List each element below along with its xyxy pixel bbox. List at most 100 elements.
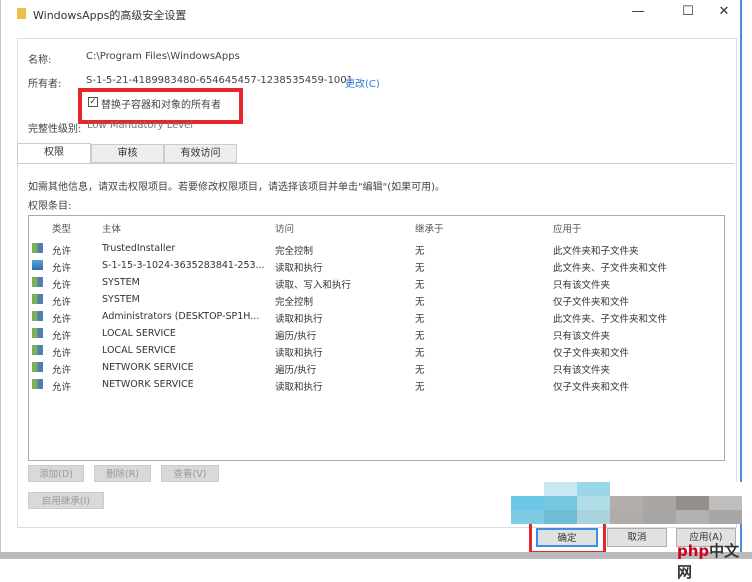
- advanced-security-dialog: WindowsApps的高级安全设置 — ☐ ✕ 名称: C:\Program …: [0, 0, 742, 554]
- change-owner-link[interactable]: 更改(C): [345, 75, 380, 90]
- mosaic-tile: [577, 496, 610, 510]
- mosaic-tile: [577, 510, 610, 524]
- title-bar: WindowsApps的高级安全设置 — ☐ ✕: [1, 0, 740, 28]
- table-cell[interactable]: NETWORK SERVICE: [102, 362, 194, 373]
- table-cell[interactable]: 无: [415, 277, 425, 291]
- mosaic-tile: [610, 510, 643, 524]
- table-cell[interactable]: 仅子文件夹和文件: [553, 294, 629, 308]
- table-cell[interactable]: 无: [415, 243, 425, 257]
- table-cell[interactable]: 无: [415, 362, 425, 376]
- table-cell[interactable]: 完全控制: [275, 243, 313, 257]
- table-cell[interactable]: 读取和执行: [275, 311, 323, 325]
- table-cell[interactable]: Administrators (DESKTOP-SP1H...: [102, 311, 259, 322]
- table-cell[interactable]: 允许: [52, 260, 71, 274]
- app-package-icon: [32, 260, 43, 270]
- table-cell[interactable]: 完全控制: [275, 294, 313, 308]
- table-cell[interactable]: LOCAL SERVICE: [102, 328, 176, 339]
- header-type[interactable]: 类型: [52, 221, 71, 235]
- users-icon: [32, 311, 43, 321]
- table-cell[interactable]: 读取和执行: [275, 260, 323, 274]
- mosaic-tile: [676, 496, 709, 510]
- table-cell[interactable]: 允许: [52, 243, 71, 257]
- mosaic-tile: [577, 482, 610, 496]
- table-cell[interactable]: 此文件夹、子文件夹和文件: [553, 311, 667, 325]
- table-cell[interactable]: 无: [415, 345, 425, 359]
- table-cell[interactable]: 允许: [52, 294, 71, 308]
- table-cell[interactable]: TrustedInstaller: [102, 243, 175, 254]
- background-window-strip: [0, 552, 752, 559]
- add-button[interactable]: 添加(D): [28, 465, 84, 482]
- mosaic-tile: [511, 510, 544, 524]
- table-cell[interactable]: 无: [415, 311, 425, 325]
- table-cell[interactable]: 读取、写入和执行: [275, 277, 351, 291]
- name-value: C:\Program Files\WindowsApps: [86, 51, 240, 62]
- table-cell[interactable]: NETWORK SERVICE: [102, 379, 194, 390]
- header-applies-to[interactable]: 应用于: [553, 221, 582, 235]
- users-icon: [32, 243, 43, 253]
- close-button[interactable]: ✕: [709, 4, 739, 22]
- users-icon: [32, 328, 43, 338]
- table-cell[interactable]: 允许: [52, 379, 71, 393]
- cancel-button[interactable]: 取消: [607, 528, 667, 547]
- table-cell[interactable]: 允许: [52, 328, 71, 342]
- replace-owner-label[interactable]: 替换子容器和对象的所有者: [101, 96, 221, 111]
- table-cell[interactable]: 读取和执行: [275, 345, 323, 359]
- mosaic-tile: [709, 482, 742, 496]
- view-button[interactable]: 查看(V): [161, 465, 219, 482]
- table-cell[interactable]: LOCAL SERVICE: [102, 345, 176, 356]
- mosaic-tile: [511, 496, 544, 510]
- tab-permissions[interactable]: 权限: [17, 143, 91, 164]
- table-cell[interactable]: 仅子文件夹和文件: [553, 379, 629, 393]
- pixelated-region: [511, 482, 742, 524]
- table-cell[interactable]: 无: [415, 294, 425, 308]
- table-cell[interactable]: 无: [415, 260, 425, 274]
- table-cell[interactable]: 只有该文件夹: [553, 362, 610, 376]
- integrity-value: Low Mandatory Level: [87, 120, 194, 131]
- mosaic-tile: [610, 496, 643, 510]
- table-cell[interactable]: 允许: [52, 311, 71, 325]
- table-cell[interactable]: 此文件夹和子文件夹: [553, 243, 639, 257]
- maximize-button[interactable]: ☐: [673, 4, 703, 22]
- tab-divider: [17, 163, 734, 164]
- table-cell[interactable]: SYSTEM: [102, 277, 140, 288]
- mosaic-tile: [676, 482, 709, 496]
- table-cell[interactable]: SYSTEM: [102, 294, 140, 305]
- integrity-label: 完整性级别:: [28, 124, 82, 135]
- remove-button[interactable]: 删除(R): [94, 465, 151, 482]
- users-icon: [32, 294, 43, 304]
- mosaic-tile: [709, 496, 742, 510]
- table-cell[interactable]: 遍历/执行: [275, 362, 316, 376]
- permission-entries-table[interactable]: 类型 主体 访问 继承于 应用于 允许 TrustedInstaller 完全控制无…: [28, 215, 725, 461]
- table-cell[interactable]: 允许: [52, 345, 71, 359]
- header-principal[interactable]: 主体: [102, 221, 121, 235]
- watermark: php中文网: [677, 542, 740, 581]
- minimize-button[interactable]: —: [623, 4, 653, 22]
- table-cell[interactable]: 只有该文件夹: [553, 328, 610, 342]
- table-cell[interactable]: 允许: [52, 362, 71, 376]
- mosaic-tile: [643, 496, 676, 510]
- users-icon: [32, 345, 43, 355]
- table-cell[interactable]: 遍历/执行: [275, 328, 316, 342]
- table-cell[interactable]: 读取和执行: [275, 379, 323, 393]
- table-cell[interactable]: 允许: [52, 277, 71, 291]
- table-cell[interactable]: 只有该文件夹: [553, 277, 610, 291]
- mosaic-tile: [544, 496, 577, 510]
- mosaic-tile: [610, 482, 643, 496]
- table-cell[interactable]: S-1-15-3-1024-3635283841-253...: [102, 260, 265, 271]
- mosaic-tile: [544, 482, 577, 496]
- enable-inheritance-button[interactable]: 启用继承(I): [28, 492, 104, 509]
- table-cell[interactable]: 此文件夹、子文件夹和文件: [553, 260, 667, 274]
- mosaic-tile: [544, 510, 577, 524]
- table-cell[interactable]: 仅子文件夹和文件: [553, 345, 629, 359]
- tab-auditing[interactable]: 审核: [91, 144, 164, 163]
- header-inherited-from[interactable]: 继承于: [415, 221, 444, 235]
- header-access[interactable]: 访问: [275, 221, 294, 235]
- table-cell[interactable]: 无: [415, 328, 425, 342]
- replace-owner-checkbox[interactable]: ✓: [88, 97, 98, 107]
- tab-effective-access[interactable]: 有效访问: [164, 144, 237, 163]
- table-cell[interactable]: 无: [415, 379, 425, 393]
- name-label: 名称:: [28, 55, 52, 66]
- ok-highlight-box: [529, 521, 606, 554]
- folder-icon: [17, 8, 26, 19]
- owner-label: 所有者:: [28, 79, 62, 90]
